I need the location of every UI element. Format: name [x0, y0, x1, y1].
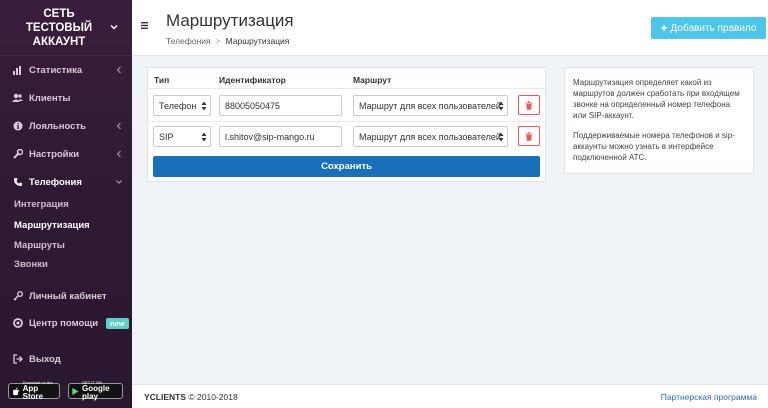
breadcrumb: Телефония > Маршрутизация	[166, 36, 289, 46]
breadcrumb-link-telephony[interactable]: Телефония	[166, 36, 211, 46]
hamburger-menu-icon[interactable]	[141, 22, 148, 29]
select-arrows-icon	[201, 132, 207, 142]
routing-rules-panel: Тип Идентификатор Маршрут Телефон 880050…	[147, 67, 546, 182]
save-button[interactable]: Сохранить	[153, 156, 540, 177]
route-select-value: Маршрут для всех пользователей	[359, 131, 501, 142]
info-paragraph: Поддерживаемые номера телефонов и sip-ак…	[573, 131, 735, 162]
select-arrows-icon	[498, 132, 504, 142]
column-header-identifier: Идентификатор	[219, 75, 286, 85]
app-store-badge[interactable]: Download on the App Store	[8, 381, 60, 401]
chevron-down-icon	[110, 25, 118, 30]
sidebar-item-statistics[interactable]: Статистика	[0, 60, 132, 80]
delete-rule-button[interactable]	[518, 95, 540, 115]
sidebar-item-personal-account[interactable]: Личный кабинет	[0, 286, 132, 306]
type-select-value: SIP	[159, 131, 174, 142]
sidebar-item-logout[interactable]: Выход	[0, 349, 132, 369]
sidebar-subitem-routes[interactable]: Маршруты	[14, 240, 65, 251]
lifebuoy-icon	[12, 318, 23, 329]
apple-icon	[12, 387, 20, 395]
row-divider	[148, 121, 545, 122]
key-icon	[12, 291, 23, 302]
sidebar-item-label: Центр помощи	[29, 317, 99, 329]
phone-icon	[12, 177, 23, 188]
sidebar: СЕТЬ ТЕСТОВЫЙ АККАУНТ Статистика Клиенты…	[0, 0, 132, 408]
sidebar-subitem-routing[interactable]: Маршрутизация	[14, 220, 90, 231]
new-badge: new	[106, 317, 129, 329]
partner-program-link[interactable]: Партнерская программа	[661, 392, 757, 402]
sidebar-item-label: Личный кабинет	[29, 290, 107, 302]
sidebar-item-settings[interactable]: Настройки	[0, 144, 132, 164]
sidebar-item-loyalty[interactable]: Лояльность	[0, 116, 132, 136]
sidebar-item-telephony[interactable]: Телефония	[0, 172, 132, 192]
column-header-route: Маршрут	[353, 75, 392, 85]
route-select[interactable]: Маршрут для всех пользователей	[353, 95, 508, 116]
column-header-type: Тип	[154, 75, 170, 85]
page-title: Маршрутизация	[166, 11, 294, 30]
sidebar-item-label: Статистика	[29, 64, 83, 76]
identifier-input[interactable]: l.shitov@sip-mango.ru	[219, 126, 342, 147]
route-select-value: Маршрут для всех пользователей	[359, 100, 501, 111]
chart-icon	[12, 65, 23, 76]
sidebar-item-label: Лояльность	[29, 120, 86, 132]
sidebar-item-label: Клиенты	[29, 92, 71, 104]
sidebar-subitem-integration[interactable]: Интеграция	[14, 199, 69, 210]
add-rule-button[interactable]: + Добавить правило	[651, 17, 766, 39]
delete-rule-button[interactable]	[518, 126, 540, 146]
breadcrumb-separator: >	[215, 36, 221, 46]
sidebar-item-label: Настройки	[29, 148, 80, 160]
chevron-left-icon	[116, 66, 121, 74]
users-icon	[12, 93, 23, 104]
add-rule-label: Добавить правило	[670, 22, 757, 34]
account-name: СЕТЬ ТЕСТОВЫЙ АККАУНТ	[25, 7, 93, 48]
wrench-icon	[12, 149, 23, 160]
select-arrows-icon	[498, 101, 504, 111]
info-circle-icon	[12, 121, 23, 132]
type-select[interactable]: SIP	[153, 126, 211, 147]
identifier-input[interactable]: 88005050475	[219, 95, 342, 116]
account-switcher[interactable]: СЕТЬ ТЕСТОВЫЙ АККАУНТ	[0, 0, 132, 56]
select-arrows-icon	[201, 101, 207, 111]
route-select[interactable]: Маршрут для всех пользователей	[353, 126, 508, 147]
top-bar: Маршрутизация Телефония > Маршрутизация + …	[132, 0, 768, 56]
sidebar-item-label: Выход	[29, 353, 61, 365]
google-play-badge[interactable]: GET IT ON Google play	[68, 381, 123, 401]
logout-icon	[12, 354, 23, 365]
chevron-down-icon	[116, 180, 122, 184]
breadcrumb-current: Маршрутизация	[225, 36, 290, 46]
type-select[interactable]: Телефон	[153, 95, 211, 116]
info-paragraph: Маршрутизация определяет какой из маршру…	[573, 78, 740, 120]
footer: YCLIENTS © 2010-2018 Партнерская програм…	[132, 384, 768, 408]
footer-copyright: © 2010-2018	[188, 392, 238, 402]
sidebar-item-clients[interactable]: Клиенты	[0, 88, 132, 108]
type-select-value: Телефон	[159, 100, 197, 111]
info-box: Маршрутизация определяет какой из маршру…	[564, 67, 754, 174]
google-play-icon	[72, 387, 79, 395]
chevron-left-icon	[116, 122, 121, 130]
footer-brand: YCLIENTS	[144, 392, 187, 402]
trash-icon	[525, 131, 533, 141]
sidebar-subitem-calls[interactable]: Звонки	[14, 259, 48, 270]
sidebar-item-label: Телефония	[29, 176, 82, 188]
trash-icon	[525, 100, 533, 110]
copyright: YCLIENTS © 2010-2018	[144, 392, 238, 402]
header-divider	[148, 88, 545, 89]
store-big-text: App Store	[22, 384, 44, 401]
chevron-left-icon	[116, 150, 121, 158]
plus-icon: +	[660, 21, 668, 35]
store-big-text: Google play	[81, 384, 110, 401]
sidebar-item-help-center[interactable]: Центр помощи new	[0, 313, 132, 333]
